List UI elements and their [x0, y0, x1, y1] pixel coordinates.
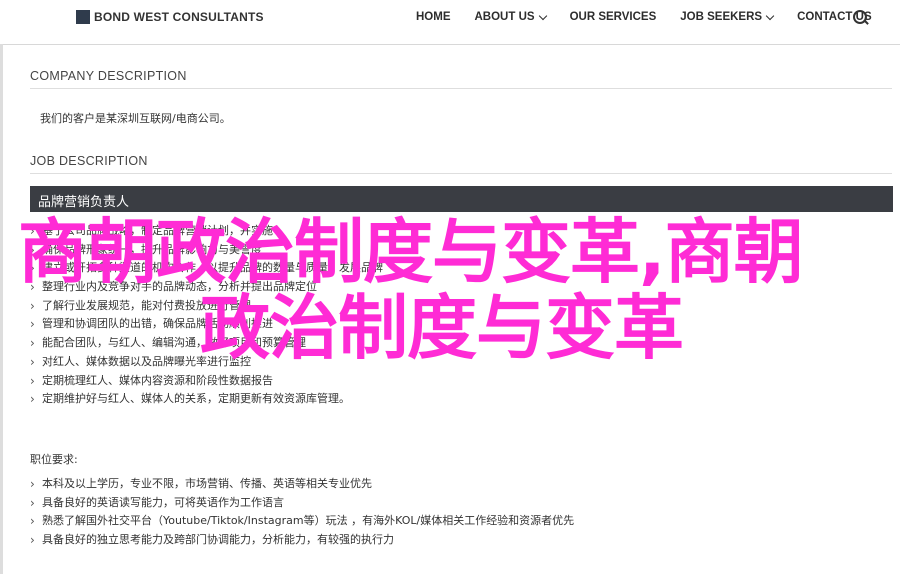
search-icon[interactable] — [852, 9, 870, 27]
main-nav: HOME ABOUT US OUR SERVICES JOB SEEKERS C… — [416, 11, 896, 23]
job-position-title: 品牌营销负责人 — [38, 195, 130, 210]
requirements-list: 本科及以上学历，专业不限，市场营销、传播、英语等相关专业优先 具备良好的英语读写… — [30, 475, 574, 550]
site-logo[interactable]: BOND WEST CONSULTANTS — [76, 9, 264, 25]
list-item: 管理和协调团队的出错，确保品牌活动顺利推进 — [30, 315, 383, 334]
chevron-down-icon — [765, 11, 775, 20]
company-description-text: 我们的客户是某深圳互联网/电商公司。 — [40, 112, 231, 125]
list-item: 本科及以上学历，专业不限，市场营销、传播、英语等相关专业优先 — [30, 475, 574, 494]
list-item: 具备良好的英语读写能力，可将英语作为工作语言 — [30, 494, 574, 513]
job-description-title: JOB DESCRIPTION — [30, 154, 148, 168]
nav-item-about-us[interactable]: ABOUT US — [474, 11, 547, 23]
list-item: 定期梳理红人、媒体内容资源和阶段性数据报告 — [30, 372, 383, 391]
chevron-down-icon — [538, 11, 547, 20]
list-item: 定期维护好与红人、媒体人的关系，定期更新有效资源库管理。 — [30, 390, 383, 409]
list-item: 了解行业发展规范，能对付费投放进行管理 — [30, 297, 383, 316]
divider — [30, 88, 892, 89]
list-item: 确保品牌形象统一，提升品牌影响力与美誉度 — [30, 241, 383, 260]
list-item: 能配合团队，与红人、编辑沟通，做好项目和预算管理 — [30, 334, 383, 353]
top-navigation-bar: BOND WEST CONSULTANTS HOME ABOUT US OUR … — [0, 0, 900, 45]
list-item: 基于公司品牌战略，制定品牌营销计划，并实施 — [30, 222, 383, 241]
nav-label: HOME — [416, 11, 451, 23]
list-item: 建立或开拓多种渠道的机构合作，以提升品牌的数量与质量，发展品牌 — [30, 259, 383, 278]
job-position-bar: 品牌营销负责人 — [30, 186, 893, 212]
logo-mark-icon — [76, 10, 90, 24]
divider — [30, 173, 892, 174]
search-icon-handle — [863, 19, 869, 25]
requirements-title: 职位要求: — [30, 453, 78, 466]
list-item: 熟悉了解国外社交平台（Youtube/Tiktok/Instagram等）玩法 … — [30, 512, 574, 531]
nav-item-home[interactable]: HOME — [416, 11, 451, 23]
list-item: 整理行业内及竞争对手的品牌动态，分析并提出品牌定位 — [30, 278, 383, 297]
list-item: 具备良好的独立思考能力及跨部门协调能力，分析能力，有较强的执行力 — [30, 531, 574, 550]
nav-label: OUR SERVICES — [569, 11, 657, 23]
list-item: 对红人、媒体数据以及品牌曝光率进行监控 — [30, 353, 383, 372]
nav-item-our-services[interactable]: OUR SERVICES — [570, 11, 657, 23]
duties-list: 基于公司品牌战略，制定品牌营销计划，并实施 确保品牌形象统一，提升品牌影响力与美… — [30, 222, 383, 409]
nav-item-job-seekers[interactable]: JOB SEEKERS — [680, 11, 775, 23]
logo-text: BOND WEST CONSULTANTS — [94, 10, 264, 24]
nav-label: ABOUT US — [474, 11, 535, 23]
company-description-title: COMPANY DESCRIPTION — [30, 69, 187, 83]
nav-label: JOB SEEKERS — [680, 11, 763, 23]
